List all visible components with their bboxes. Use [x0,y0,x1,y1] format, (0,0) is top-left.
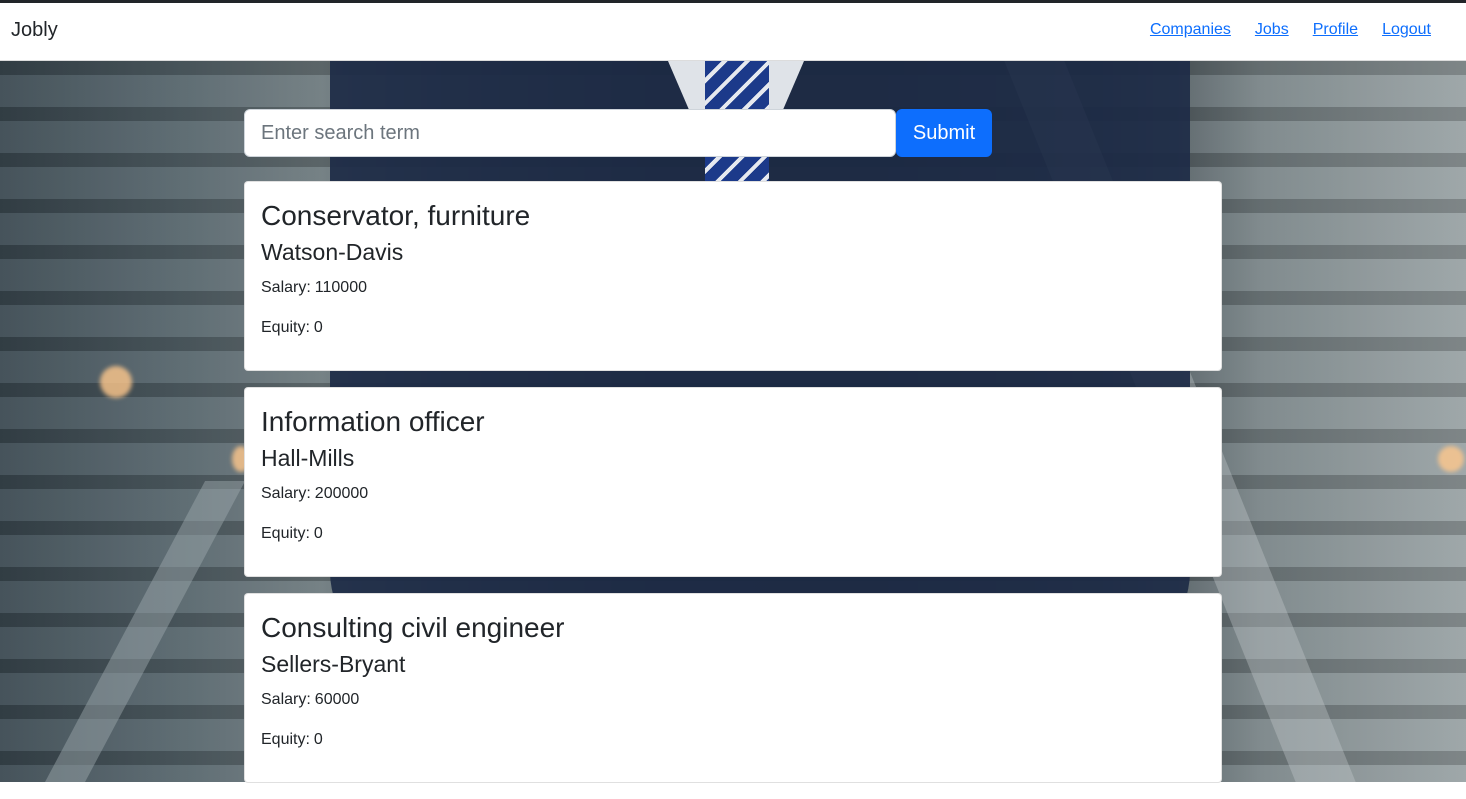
job-equity: Equity: 0 [261,524,1205,544]
main-content: Submit Conservator, furniture Watson-Dav… [244,109,1222,799]
job-title: Information officer [261,406,485,437]
search-form: Submit [244,109,1222,157]
job-salary: Salary: 60000 [261,690,1205,710]
equity-value: 0 [313,319,323,336]
salary-value: 200000 [314,485,369,502]
job-company: Sellers-Bryant [261,651,406,677]
search-input[interactable] [244,109,896,157]
equity-value: 0 [313,525,323,542]
submit-button[interactable]: Submit [896,109,992,157]
job-salary: Salary: 200000 [261,484,1205,504]
job-equity: Equity: 0 [261,318,1205,338]
nav-links: Companies Jobs Profile Logout [1126,21,1431,39]
nav-link-companies[interactable]: Companies [1150,21,1231,39]
equity-label: Equity: [261,525,310,542]
nav-link-logout[interactable]: Logout [1382,21,1431,39]
job-card: Information officer Hall-Mills Salary: 20… [244,387,1222,577]
salary-label: Salary: [261,485,311,502]
job-title: Conservator, furniture [261,200,531,231]
salary-value: 110000 [314,279,367,296]
job-company: Watson-Davis [261,239,404,265]
job-card: Consulting civil engineer Sellers-Bryant… [244,593,1222,783]
job-salary: Salary: 110000 [261,278,1205,298]
equity-label: Equity: [261,731,310,748]
equity-value: 0 [313,731,323,748]
brand-link[interactable]: Jobly [11,19,58,42]
salary-value: 60000 [314,691,360,708]
navbar: Jobly Companies Jobs Profile Logout [0,3,1466,61]
job-card: Conservator, furniture Watson-Davis Sala… [244,181,1222,371]
salary-label: Salary: [261,279,311,296]
equity-label: Equity: [261,319,310,336]
job-list: Conservator, furniture Watson-Davis Sala… [244,181,1222,783]
job-equity: Equity: 0 [261,730,1205,750]
job-title: Consulting civil engineer [261,612,565,643]
job-company: Hall-Mills [261,445,355,471]
salary-label: Salary: [261,691,311,708]
nav-link-profile[interactable]: Profile [1313,21,1358,39]
nav-link-jobs[interactable]: Jobs [1255,21,1289,39]
